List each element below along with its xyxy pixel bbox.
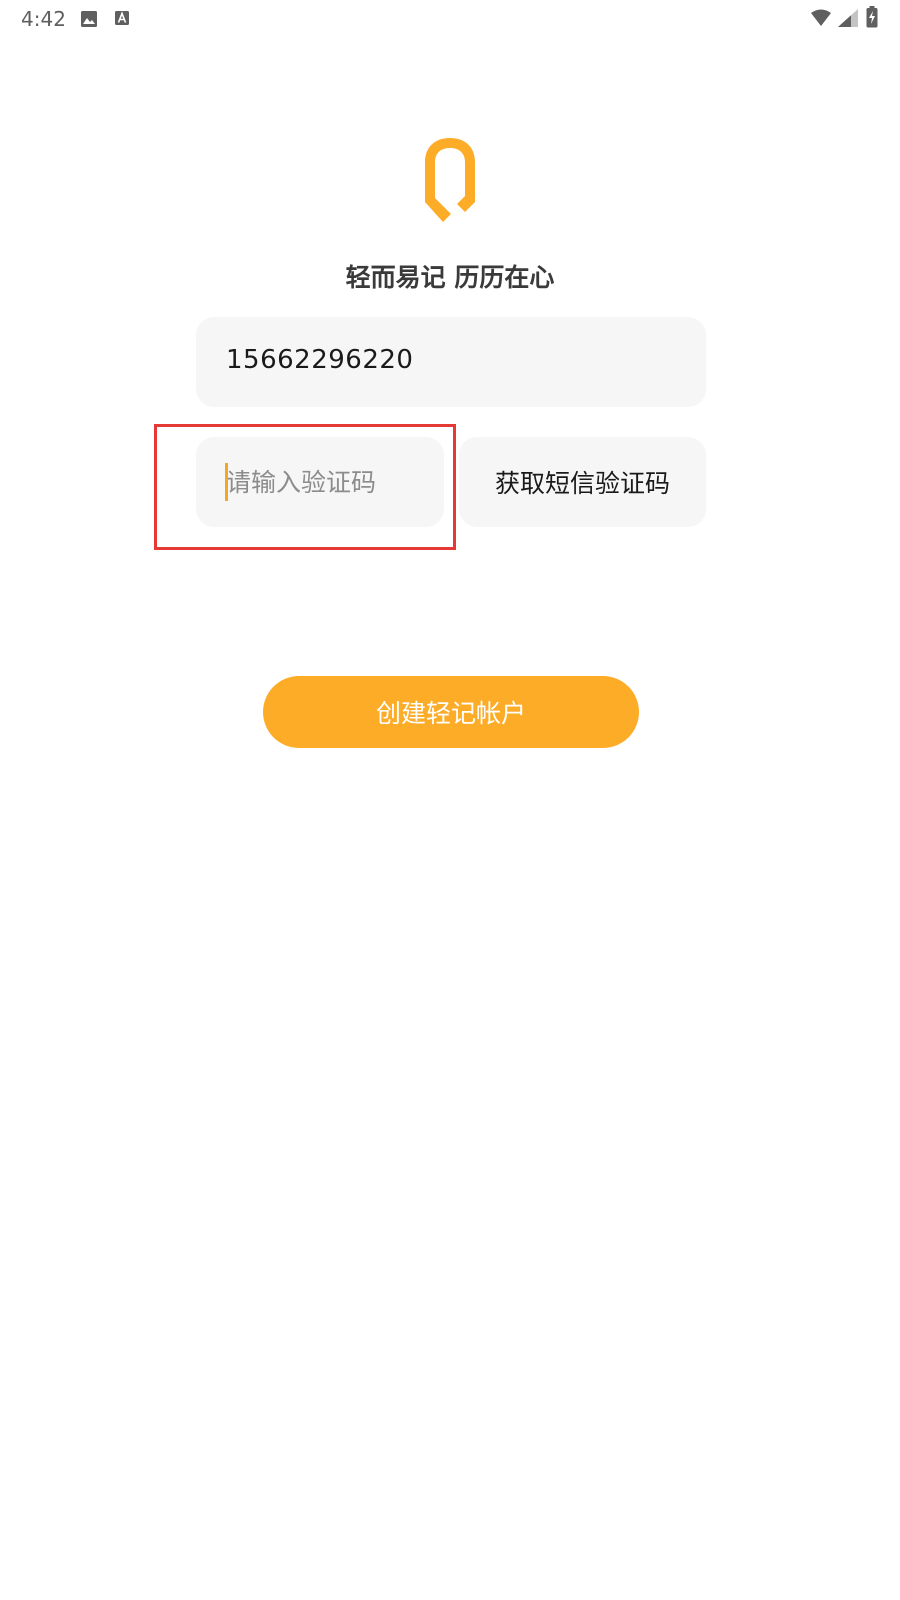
get-sms-code-button[interactable]: 获取短信验证码	[459, 437, 706, 527]
phone-value: 15662296220	[226, 345, 414, 375]
create-account-button[interactable]: 创建轻记帐户	[263, 676, 639, 748]
a-icon	[115, 11, 129, 25]
status-time: 4:42	[21, 7, 66, 31]
image-icon	[81, 11, 97, 27]
highlight-box	[154, 424, 456, 550]
wifi-icon	[811, 9, 831, 26]
app-logo-icon	[425, 138, 475, 222]
phone-field[interactable]: 15662296220	[196, 317, 706, 407]
battery-charging-icon	[866, 6, 878, 28]
signal-icon	[838, 9, 858, 27]
status-bar: 4:42	[0, 0, 900, 36]
app-slogan: 轻而易记 历历在心	[345, 263, 555, 292]
